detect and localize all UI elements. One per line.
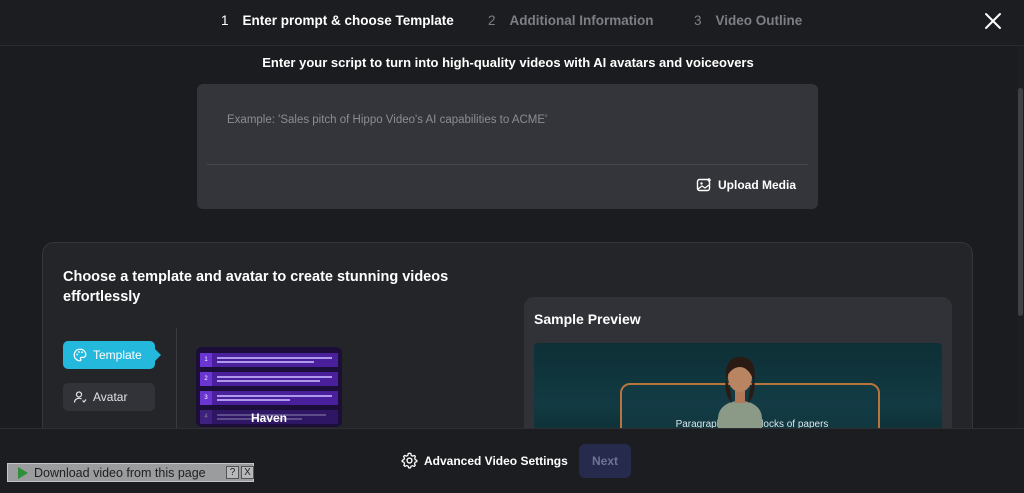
step-label: Enter prompt & choose Template	[242, 13, 454, 28]
template-name: Haven	[250, 411, 288, 425]
divider	[207, 164, 808, 165]
close-icon[interactable]	[984, 12, 1002, 30]
template-card-haven[interactable]: 1 2 3 4 Haven	[196, 347, 342, 427]
divider	[176, 328, 177, 443]
step-2[interactable]: 2 Additional Information	[488, 13, 654, 28]
tab-avatar[interactable]: Avatar	[63, 383, 155, 411]
step-1[interactable]: 1 Enter prompt & choose Template	[221, 13, 454, 28]
prompt-input[interactable]: Example: 'Sales pitch of Hippo Video's A…	[227, 114, 787, 126]
scrollbar[interactable]	[1017, 46, 1024, 428]
template-thumbnail-row: 3	[200, 391, 338, 405]
template-panel: Choose a template and avatar to create s…	[42, 242, 973, 447]
play-icon	[18, 466, 28, 479]
step-label: Additional Information	[509, 13, 654, 28]
page-subtitle: Enter your script to turn into high-qual…	[262, 55, 754, 70]
palette-icon	[73, 348, 87, 362]
row-number: 1	[200, 353, 212, 367]
gear-icon	[401, 452, 418, 469]
advanced-settings-label: Advanced Video Settings	[424, 453, 568, 468]
download-video-bar[interactable]: Download video from this page ? X	[7, 463, 254, 482]
close-download-bar-button[interactable]: X	[241, 466, 254, 479]
tab-template[interactable]: Template	[63, 341, 161, 369]
upload-media-label: Upload Media	[717, 178, 796, 192]
tab-template-label: Template	[93, 348, 142, 362]
step-3[interactable]: 3 Video Outline	[694, 13, 802, 28]
panel-title: Choose a template and avatar to create s…	[63, 269, 449, 305]
person-icon	[73, 391, 87, 403]
next-button[interactable]: Next	[579, 444, 631, 478]
step-label: Video Outline	[715, 13, 803, 28]
scrollbar-thumb[interactable]	[1018, 88, 1023, 316]
prompt-box: Example: 'Sales pitch of Hippo Video's A…	[197, 84, 818, 209]
upload-media-button[interactable]: Upload Media	[696, 174, 796, 196]
bottom-action-bar: Advanced Video Settings Next Download vi…	[0, 428, 1024, 493]
advanced-video-settings-button[interactable]: Advanced Video Settings	[401, 452, 568, 469]
create-video-wizard: 1 Enter prompt & choose Template 2 Additio…	[0, 0, 1024, 493]
step-number: 2	[488, 13, 496, 28]
sample-preview: Sample Preview Paragraphs are t... locks…	[524, 297, 952, 447]
tab-avatar-label: Avatar	[93, 390, 128, 404]
row-number: 3	[200, 391, 212, 405]
preview-title: Sample Preview	[534, 311, 641, 327]
template-thumbnail-row: 1	[200, 353, 338, 367]
wizard-steps-bar: 1 Enter prompt & choose Template 2 Additio…	[0, 0, 1024, 46]
step-number: 3	[694, 13, 702, 28]
step-number: 1	[221, 13, 229, 28]
download-video-label: Download video from this page	[34, 465, 206, 480]
help-button[interactable]: ?	[226, 466, 239, 479]
image-upload-icon	[696, 178, 711, 192]
template-thumbnail-row: 2	[200, 372, 338, 386]
row-number: 2	[200, 372, 212, 386]
